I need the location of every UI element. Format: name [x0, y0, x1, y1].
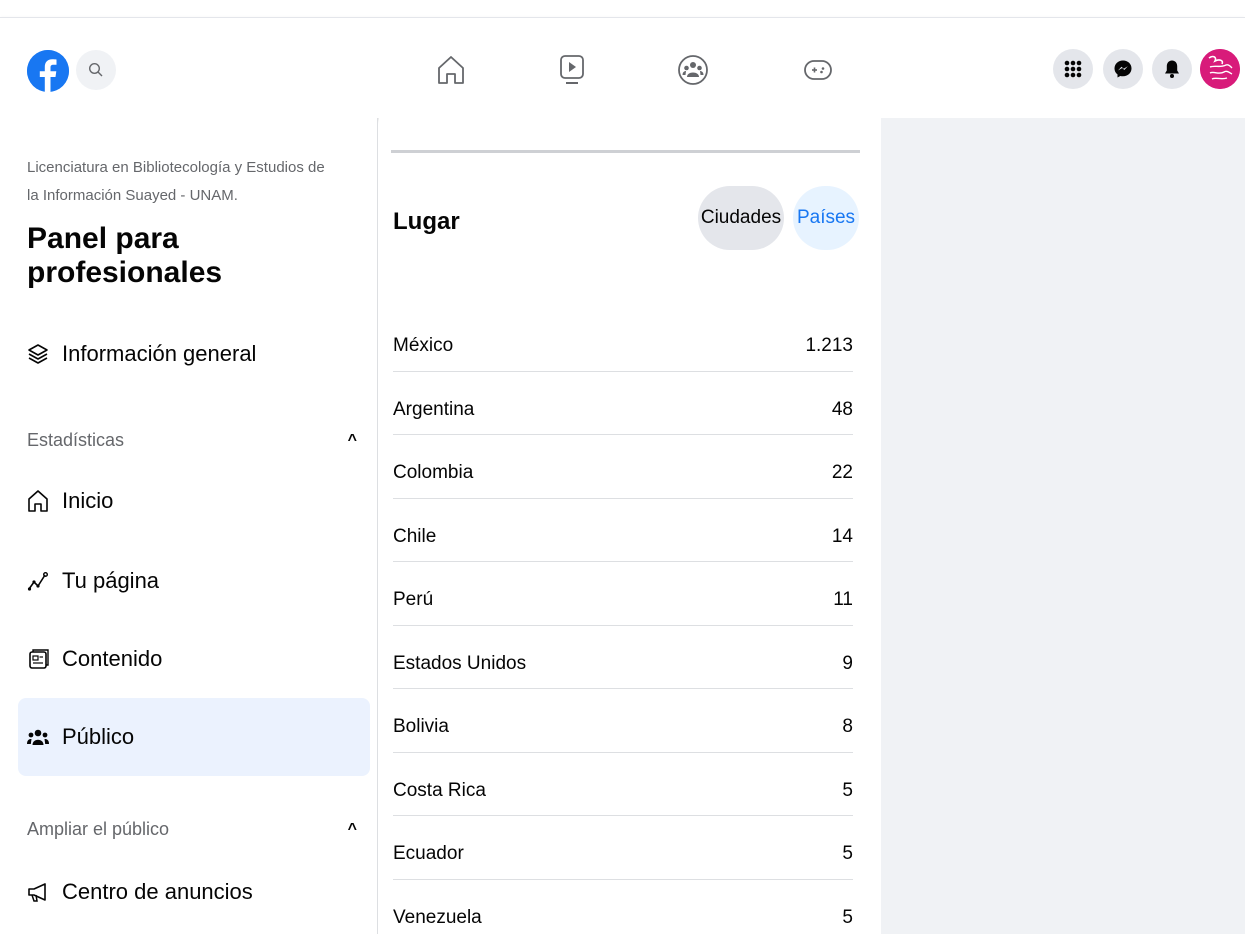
country-name: Chile — [393, 525, 437, 547]
location-panel: Lugar Ciudades Países México 1.213 Argent… — [379, 118, 881, 934]
notifications-button[interactable] — [1152, 49, 1192, 89]
country-count: 22 — [831, 462, 853, 484]
list-item: Bolivia 8 — [393, 689, 853, 753]
avatar-image — [1200, 49, 1240, 89]
expand-audience-section-label: Ampliar el público — [27, 819, 170, 839]
bell-icon — [1165, 60, 1179, 78]
sidebar-item-label: Contenido — [62, 646, 163, 671]
countries-list: México 1.213 Argentina 48 Colombia 22 Chile… — [393, 308, 853, 934]
panel-title: Panel para profesionales — [27, 222, 223, 289]
right-background-area — [881, 118, 1245, 934]
country-count: 5 — [842, 779, 853, 801]
list-item: Colombia 22 — [393, 435, 853, 499]
professional-dashboard-sidebar: Licenciatura en Bibliotecología y Estudi… — [0, 118, 378, 934]
messenger-button[interactable] — [1103, 49, 1143, 89]
watch-tab[interactable] — [552, 48, 592, 92]
stats-section-header[interactable]: Estadísticas ^ — [27, 430, 357, 451]
search-button[interactable] — [76, 50, 116, 90]
country-name: Bolivia — [393, 716, 449, 738]
chevron-up-icon[interactable]: ^ — [348, 821, 357, 839]
list-item: Perú 11 — [393, 562, 853, 626]
sidebar-item-home[interactable]: Inicio — [18, 470, 370, 532]
sidebar-item-label: Inicio — [62, 488, 114, 513]
layers-icon — [26, 342, 50, 366]
country-count: 5 — [842, 907, 853, 929]
sidebar-item-content[interactable]: Contenido — [18, 628, 370, 690]
search-icon — [88, 62, 103, 77]
facebook-logo[interactable] — [27, 50, 69, 92]
country-count: 1.213 — [805, 335, 853, 357]
country-name: Argentina — [393, 398, 475, 420]
sidebar-item-label: Público — [62, 724, 135, 749]
groups-tab[interactable] — [673, 48, 713, 92]
list-item: Chile 14 — [393, 499, 853, 562]
country-name: Ecuador — [393, 843, 464, 865]
list-item: Costa Rica 5 — [393, 753, 853, 816]
groups-icon — [678, 55, 708, 85]
list-item: Ecuador 5 — [393, 816, 853, 880]
expand-audience-section-header[interactable]: Ampliar el público ^ — [27, 819, 357, 840]
country-count: 8 — [842, 716, 853, 738]
list-item: Venezuela 5 — [393, 880, 853, 934]
sidebar-item-your-page[interactable]: Tu página — [18, 550, 370, 612]
country-name: Colombia — [393, 462, 474, 484]
sidebar-item-ads-center[interactable]: Centro de anuncios — [18, 861, 370, 923]
profile-avatar[interactable] — [1200, 49, 1240, 89]
messenger-icon — [1114, 60, 1132, 78]
country-name: Costa Rica — [393, 779, 486, 801]
country-count: 48 — [831, 398, 853, 420]
sidebar-item-label: Información general — [62, 341, 257, 366]
country-count: 14 — [831, 525, 853, 547]
video-icon — [560, 55, 584, 84]
megaphone-icon — [26, 880, 50, 904]
divider — [391, 150, 860, 153]
audience-icon — [26, 725, 50, 749]
gaming-icon — [804, 60, 832, 80]
country-name: Perú — [393, 589, 434, 611]
country-name: México — [393, 335, 454, 357]
page-name[interactable]: Licenciatura en Bibliotecología y Estudi… — [27, 154, 327, 210]
tab-cities[interactable]: Ciudades — [698, 186, 784, 250]
content-icon — [26, 647, 50, 671]
menu-button[interactable] — [1053, 49, 1093, 89]
section-title: Lugar — [393, 208, 460, 235]
country-name: Estados Unidos — [393, 652, 527, 674]
tab-countries[interactable]: Países — [793, 186, 859, 250]
trend-icon — [26, 569, 50, 593]
stats-section-label: Estadísticas — [27, 430, 125, 450]
sidebar-item-label: Centro de anuncios — [62, 879, 253, 904]
list-item: México 1.213 — [393, 308, 853, 372]
facebook-logo-icon — [27, 50, 69, 92]
sidebar-item-label: Tu página — [62, 568, 160, 593]
country-name: Venezuela — [393, 907, 482, 929]
country-count: 5 — [842, 843, 853, 865]
home-icon — [438, 56, 464, 84]
home-icon — [26, 489, 50, 513]
list-item: Argentina 48 — [393, 372, 853, 435]
list-item: Estados Unidos 9 — [393, 626, 853, 689]
top-navigation-bar — [0, 17, 1245, 118]
chevron-up-icon[interactable]: ^ — [348, 432, 357, 450]
country-count: 9 — [842, 652, 853, 674]
sidebar-item-audience[interactable]: Público — [18, 698, 370, 776]
country-count: 11 — [833, 589, 853, 611]
sidebar-item-overview[interactable]: Información general — [18, 323, 370, 385]
grid-menu-icon — [1064, 60, 1082, 78]
gaming-tab[interactable] — [798, 48, 838, 92]
home-tab[interactable] — [431, 48, 471, 92]
